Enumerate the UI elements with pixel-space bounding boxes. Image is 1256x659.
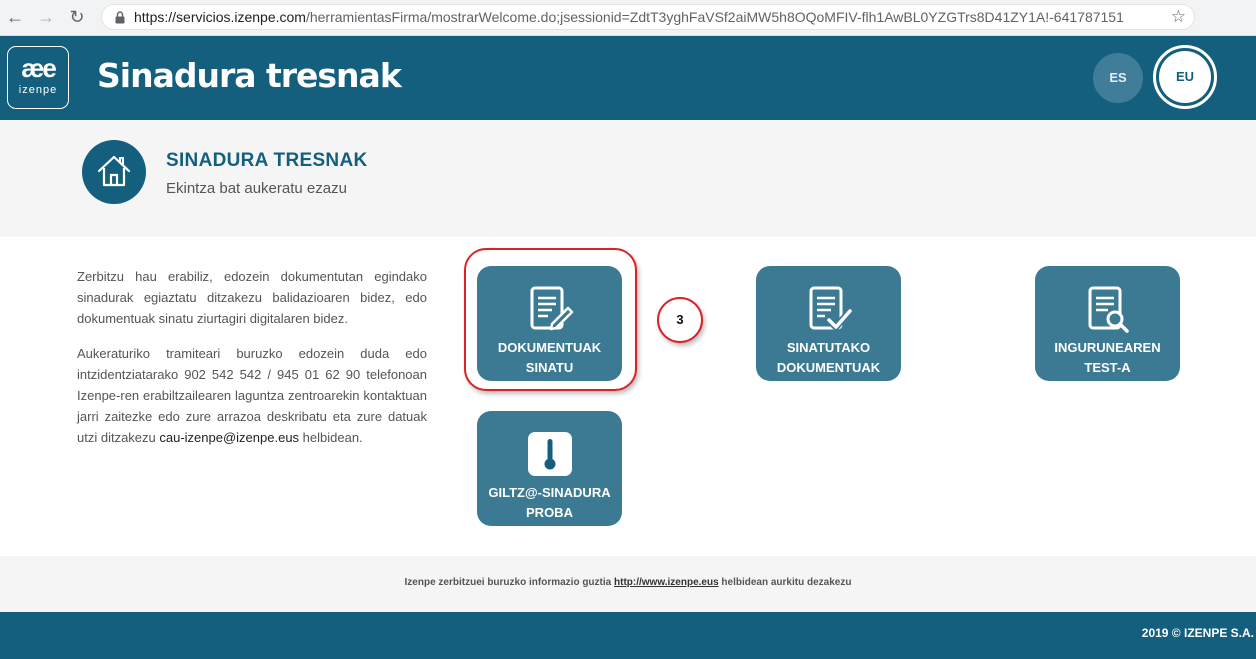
izenpe-website-link[interactable]: http://www.izenpe.eus (614, 577, 719, 588)
home-icon (97, 155, 131, 187)
description-paragraph-2: Aukeraturiko tramiteari buruzko edozein … (77, 343, 427, 448)
footer-info: Izenpe zerbitzuei buruzko informazio guz… (0, 556, 1256, 612)
url-host: servicios.izenpe.com (176, 9, 306, 25)
izenpe-logo[interactable]: æe izenpe (7, 46, 69, 109)
home-button[interactable] (82, 140, 146, 204)
description-suffix: helbidean. (299, 430, 363, 445)
bookmark-star-icon[interactable]: ☆ (1171, 7, 1186, 27)
language-eu-button[interactable]: EU (1159, 51, 1211, 103)
document-check-icon (809, 286, 853, 331)
back-arrow-icon[interactable]: ← (4, 6, 26, 28)
giltza-test-label: GILTZ@-SINADURA PROBA (477, 483, 622, 523)
reload-icon[interactable]: ↻ (66, 6, 88, 28)
service-description: Zerbitzu hau erabiliz, edozein dokumentu… (77, 266, 427, 462)
environment-test-line2: TEST-A (1084, 360, 1131, 375)
url-scheme: https:// (134, 9, 177, 25)
forward-arrow-icon[interactable]: → (35, 6, 57, 28)
signed-documents-tile[interactable]: SINATUTAKO DOKUMENTUAK (756, 266, 901, 381)
footer-text-before: Izenpe zerbitzuei buruzko informazio guz… (404, 577, 614, 588)
giltza-test-line1: GILTZ@-SINADURA (488, 485, 611, 500)
page-subtitle: Ekintza bat aukeratu ezazu (166, 180, 347, 197)
description-paragraph-1: Zerbitzu hau erabiliz, edozein dokumentu… (77, 269, 427, 326)
signed-documents-line2: DOKUMENTUAK (776, 360, 881, 375)
giltza-test-tile[interactable]: GILTZ@-SINADURA PROBA (477, 411, 622, 526)
environment-test-line1: INGURUNEAREN (1054, 340, 1161, 355)
giltza-test-line2: PROBA (526, 505, 573, 520)
document-search-icon (1088, 286, 1129, 333)
thermometer-icon (527, 432, 572, 476)
site-header: æe izenpe Sinadura tresnak ES EU (0, 36, 1256, 120)
site-title: Sinadura tresnak (97, 56, 402, 95)
browser-toolbar: ← → ↻ https://servicios.izenpe.com/herra… (0, 0, 1256, 36)
environment-test-label: INGURUNEAREN TEST-A (1035, 338, 1180, 378)
tutorial-step-badge: 3 (657, 297, 703, 343)
logo-glyph: æe (21, 53, 57, 83)
page-title: SINADURA TRESNAK (166, 150, 368, 171)
language-es-button[interactable]: ES (1093, 53, 1143, 103)
support-email-link[interactable]: cau-izenpe@izenpe.eus (159, 430, 299, 445)
url-path: /herramientasFirma/mostrarWelcome.do;jse… (305, 9, 1124, 25)
footer-text: Izenpe zerbitzuei buruzko informazio guz… (0, 577, 1256, 588)
footer-text-after: helbidean aurkitu dezakezu (718, 577, 852, 588)
signed-documents-label: SINATUTAKO DOKUMENTUAK (756, 338, 901, 378)
footer-bar: 2019 © IZENPE S.A. (0, 612, 1256, 659)
environment-test-tile[interactable]: INGURUNEAREN TEST-A (1035, 266, 1180, 381)
copyright-text: 2019 © IZENPE S.A. (1141, 626, 1254, 640)
tutorial-highlight-frame (464, 248, 637, 391)
page-header-band: SINADURA TRESNAK Ekintza bat aukeratu ez… (0, 120, 1256, 237)
lock-icon (115, 11, 125, 24)
address-bar[interactable]: https://servicios.izenpe.com/herramienta… (101, 4, 1195, 30)
logo-text: izenpe (18, 84, 58, 96)
signed-documents-line1: SINATUTAKO (786, 340, 871, 355)
url-text: https://servicios.izenpe.com/herramienta… (134, 5, 1154, 29)
